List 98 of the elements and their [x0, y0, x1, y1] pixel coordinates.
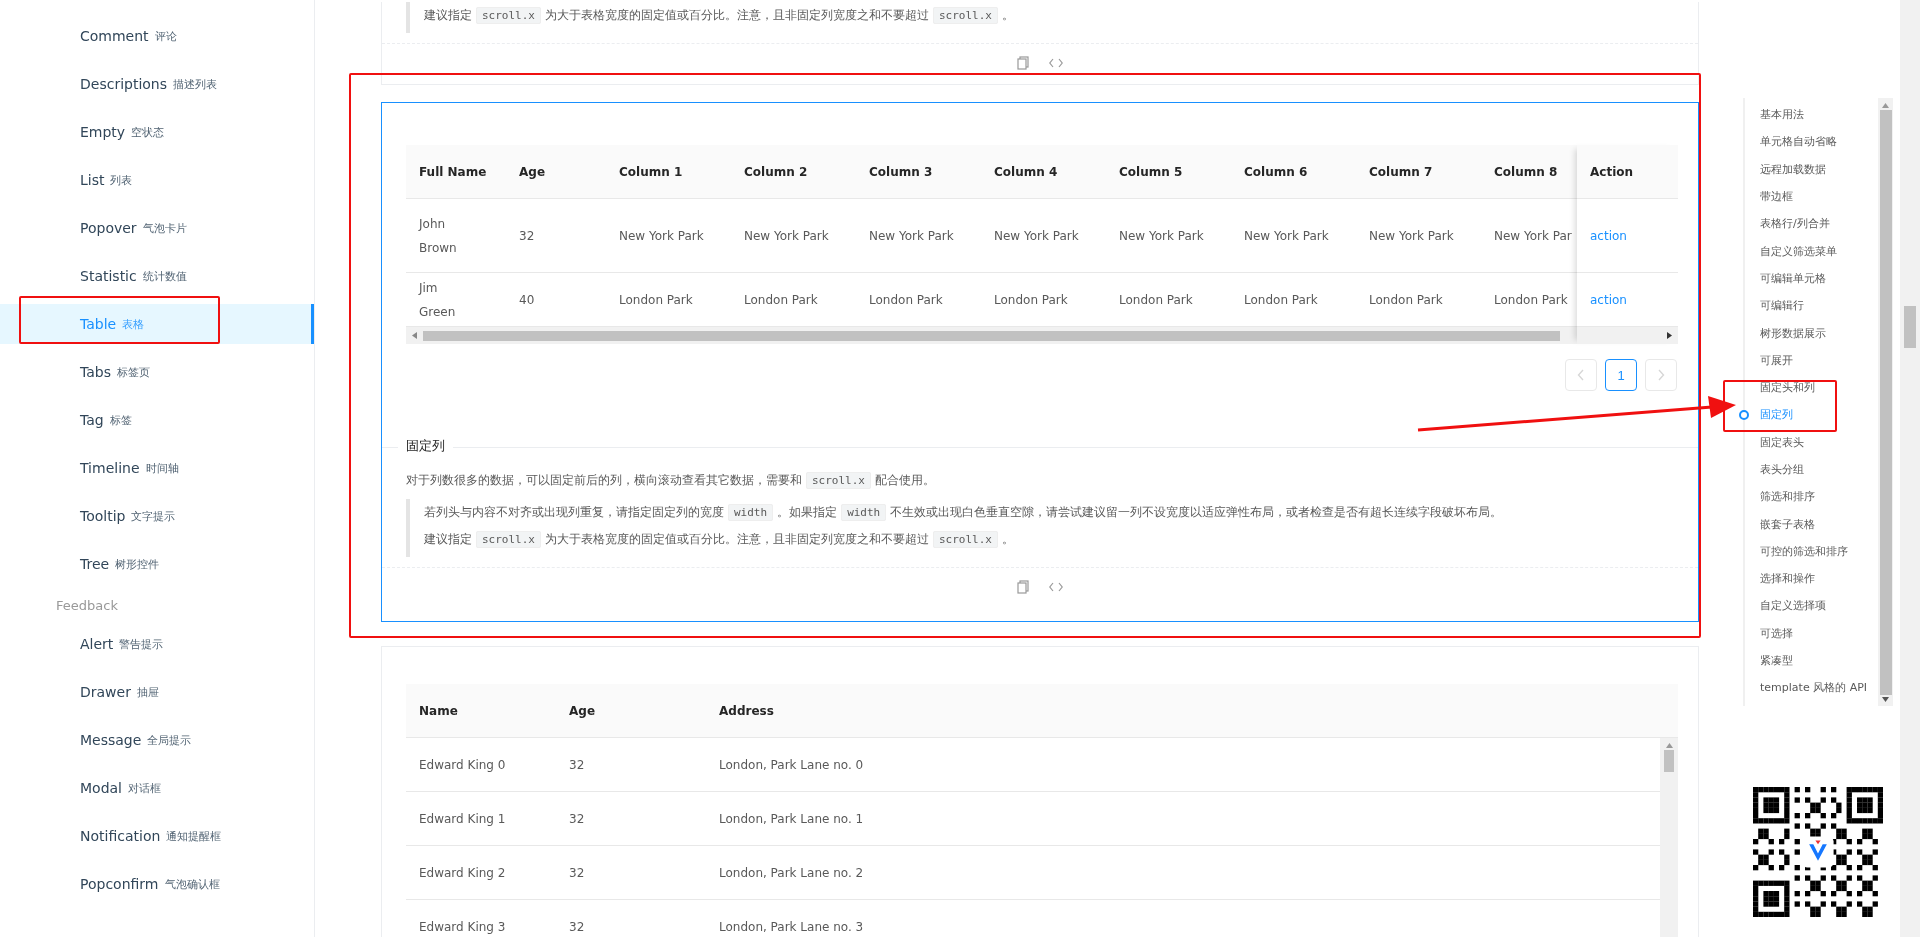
anchor-link[interactable]: 自定义选择项: [1745, 592, 1826, 620]
table-cell: 32: [556, 846, 706, 900]
column-header: Full Name: [406, 145, 506, 199]
sidebar-item[interactable]: Statistic 统计数值: [0, 256, 314, 296]
table-cell: New York Park: [1106, 199, 1231, 273]
sidebar-item[interactable]: Message 全局提示: [0, 720, 314, 760]
sidebar-item[interactable]: Comment 评论: [0, 16, 314, 56]
table-cell: New York Park: [606, 199, 731, 273]
anchor-link[interactable]: 带边框: [1745, 182, 1793, 211]
column-header: Column 8: [1481, 145, 1577, 199]
anchor-link[interactable]: 表头分组: [1745, 455, 1804, 484]
sidebar-item[interactable]: Tabs 标签页: [0, 352, 314, 392]
demo-description: 对于列数很多的数据，可以固定前后的列，横向滚动查看其它数据，需要和 scroll.x 配合使用。: [406, 472, 936, 489]
sidebar-item[interactable]: Empty 空状态: [0, 112, 314, 152]
note-text: 建议指定 scroll.x 为大于表格宽度的固定值或百分比。注意，且非固定列宽度之和不要超过 scroll.x 。: [424, 530, 1015, 550]
sidebar-item[interactable]: Notification 通知提醒框: [0, 816, 314, 856]
sidebar-item[interactable]: Tag 标签: [0, 400, 314, 440]
anchor-link[interactable]: 筛选和排序: [1745, 483, 1815, 511]
anchor-link[interactable]: 基本用法: [1745, 101, 1804, 129]
anchor-link[interactable]: 紧凑型: [1745, 646, 1793, 675]
chevron-left-icon: [1577, 369, 1585, 381]
demo-title: 固定列: [398, 437, 453, 455]
anchor-link[interactable]: 远程加载数据: [1745, 155, 1826, 183]
copy-icon[interactable]: [1017, 56, 1029, 70]
chevron-right-icon: [1657, 369, 1665, 381]
table-cell: 32: [556, 900, 706, 937]
column-header: Name: [406, 684, 556, 738]
anchor-link[interactable]: 固定头和列: [1745, 373, 1815, 402]
copy-icon[interactable]: [1017, 580, 1029, 594]
sidebar-item[interactable]: Timeline 时间轴: [0, 448, 314, 488]
anchor-link[interactable]: template 风格的 API: [1745, 674, 1868, 702]
active-dot: [1739, 409, 1749, 420]
scrollbar-thumb[interactable]: [1664, 750, 1674, 772]
sidebar-item[interactable]: Popover 气泡卡片: [0, 208, 314, 248]
note-text: 建议指定 scroll.x 为大于表格宽度的固定值或百分比。注意，且非固定列宽度之和不要超过 scroll.x 。: [406, 2, 1674, 33]
table-cell: Edward King 1: [406, 792, 556, 846]
scroll-up-icon[interactable]: [1882, 103, 1889, 108]
table-cell: New York Park: [1231, 199, 1356, 273]
column-header: Column 4: [981, 145, 1106, 199]
table-cell: Edward King 2: [406, 846, 556, 900]
sidebar-item[interactable]: Popconfirm 气泡确认框: [0, 864, 314, 904]
table-cell: Edward King 0: [406, 738, 556, 792]
column-header: Age: [556, 684, 706, 738]
anchor-link[interactable]: 可编辑单元格: [1745, 264, 1826, 293]
column-header: Column 6: [1231, 145, 1356, 199]
anchor-link[interactable]: 固定表头: [1745, 428, 1804, 456]
table-cell: London, Park Lane no. 0: [706, 738, 1660, 792]
sidebar-group-label: Feedback: [55, 597, 119, 615]
sidebar-item[interactable]: Alert 警告提示: [0, 624, 314, 664]
sidebar-item[interactable]: List 列表: [0, 160, 314, 200]
sidebar-item[interactable]: Tree 树形控件: [0, 544, 314, 584]
note-text: 若列头与内容不对齐或出现列重复，请指定固定列的宽度 width 。如果指定 width 不生效或出现白色垂直空隙，请尝试建议留一列不设宽度以适应弹性布局，或者检查是否有超长连续字段破坏布局。: [424, 503, 1504, 523]
anchor-link[interactable]: 嵌套子表格: [1745, 510, 1815, 538]
scrollbar-thumb[interactable]: [1879, 110, 1892, 695]
anchor-link[interactable]: 树形数据展示: [1745, 319, 1826, 347]
table-cell: London, Park Lane no. 2: [706, 846, 1660, 900]
scroll-up-icon[interactable]: [1665, 743, 1673, 748]
sidebar-item[interactable]: Tooltip 文字提示: [0, 496, 314, 536]
next-page-button[interactable]: [1645, 359, 1677, 391]
table-cell: 32: [556, 738, 706, 792]
sidebar-item[interactable]: Descriptions 描述列表: [0, 64, 314, 104]
column-header: Column 5: [1106, 145, 1231, 199]
anchor-link[interactable]: 可展开: [1745, 346, 1793, 374]
qr-code-icon: [1753, 787, 1883, 917]
table-cell: New York Park: [1356, 199, 1481, 273]
previous-page-button[interactable]: [1565, 359, 1597, 391]
table-cell: New York Park: [731, 199, 856, 273]
table-cell: John Brown: [406, 199, 506, 273]
sidebar-item[interactable]: Drawer 抽屉: [0, 672, 314, 712]
column-header: Action: [1577, 145, 1678, 199]
anchor-link[interactable]: 自定义筛选菜单: [1745, 237, 1837, 265]
scrollbar-thumb[interactable]: [423, 330, 1560, 341]
table-cell: New York Par: [1481, 199, 1577, 273]
anchor-link[interactable]: 可编辑行: [1745, 292, 1804, 320]
sidebar-item[interactable]: Modal 对话框: [0, 768, 314, 808]
column-header: Address: [706, 684, 1678, 738]
table-cell: London, Park Lane no. 1: [706, 792, 1660, 846]
scroll-right-icon[interactable]: [1667, 332, 1672, 339]
scroll-left-icon[interactable]: [412, 332, 417, 339]
scroll-down-icon[interactable]: [1882, 697, 1889, 702]
table-cell: New York Park: [856, 199, 981, 273]
table-cell: Edward King 3: [406, 900, 556, 937]
anchor-link[interactable]: 表格行/列合并: [1745, 210, 1830, 238]
column-header: Column 2: [731, 145, 856, 199]
table-cell: 32: [506, 199, 606, 273]
anchor-link[interactable]: 单元格自动省略: [1745, 128, 1837, 156]
code-icon[interactable]: [1049, 582, 1063, 592]
anchor-link[interactable]: 可选择: [1745, 619, 1793, 647]
scrollbar-thumb[interactable]: [1904, 306, 1916, 348]
anchor-link[interactable]: 选择和操作: [1745, 565, 1815, 593]
table-cell: New York Park: [981, 199, 1106, 273]
column-header: Column 1: [606, 145, 731, 199]
anchor-link[interactable]: 可控的筛选和排序: [1745, 537, 1848, 566]
column-header: Column 7: [1356, 145, 1481, 199]
code-icon[interactable]: [1049, 58, 1063, 68]
column-header: Column 3: [856, 145, 981, 199]
table-cell: 32: [556, 792, 706, 846]
column-header: Age: [506, 145, 606, 199]
